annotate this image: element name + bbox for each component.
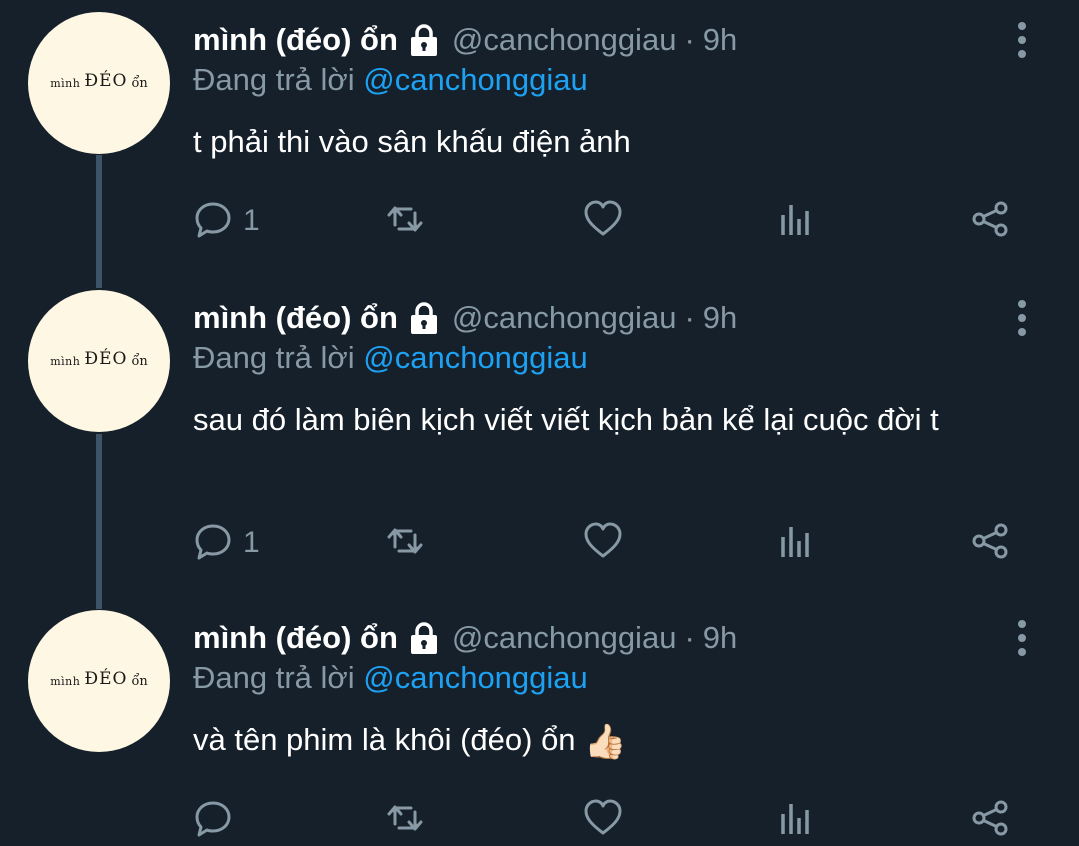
tweet[interactable]: mình ĐÉO ổn mình (đéo) ổn @canchonggiau …: [0, 598, 1079, 846]
avatar-text: ổn: [131, 353, 148, 369]
mention-link[interactable]: @canchonggiau: [363, 340, 588, 375]
share-button[interactable]: [970, 199, 1010, 243]
avatar-text: ĐÉO: [84, 349, 128, 369]
tweet-actions: 1: [193, 521, 1023, 565]
user-handle[interactable]: @canchonggiau: [452, 620, 677, 656]
replying-label: Đang trả lời: [193, 340, 355, 375]
lock-icon: [406, 23, 442, 57]
avatar[interactable]: mình ĐÉO ổn: [28, 290, 170, 432]
tweet-header: mình (đéo) ổn @canchonggiau · 9h: [193, 20, 737, 60]
replying-label: Đang trả lời: [193, 62, 355, 97]
reply-button[interactable]: 1: [193, 199, 260, 243]
more-vertical-icon[interactable]: [1010, 20, 1034, 60]
separator: ·: [684, 300, 695, 335]
reply-icon: [193, 798, 233, 843]
share-icon: [970, 798, 1010, 843]
tweet-actions: [193, 798, 1023, 842]
tweet[interactable]: mình ĐÉO ổn mình (đéo) ổn @canchonggiau …: [0, 0, 1079, 280]
avatar-text: mình: [50, 354, 81, 368]
share-icon: [970, 199, 1010, 244]
reply-icon: [193, 521, 233, 566]
more-vertical-icon[interactable]: [1010, 298, 1034, 338]
avatar-text: mình: [50, 76, 81, 90]
reply-count: 1: [243, 204, 260, 237]
analytics-icon: [777, 798, 817, 843]
tweet-text-content: và tên phim là khôi (đéo) ổn: [193, 722, 576, 757]
heart-icon: [583, 199, 623, 244]
user-handle[interactable]: @canchonggiau: [452, 22, 677, 58]
reply-button[interactable]: [193, 798, 243, 842]
display-name[interactable]: mình (đéo) ổn: [193, 300, 398, 336]
mention-link[interactable]: @canchonggiau: [363, 62, 588, 97]
tweet-header: mình (đéo) ổn @canchonggiau · 9h: [193, 618, 737, 658]
reply-button[interactable]: 1: [193, 521, 260, 565]
replying-to: Đang trả lời @canchonggiau: [193, 660, 588, 696]
analytics-button[interactable]: [777, 798, 817, 842]
like-button[interactable]: [583, 521, 623, 565]
analytics-icon: [777, 521, 817, 566]
heart-icon: [583, 798, 623, 843]
display-name[interactable]: mình (đéo) ổn: [193, 22, 398, 58]
user-handle[interactable]: @canchonggiau: [452, 300, 677, 336]
share-button[interactable]: [970, 798, 1010, 842]
analytics-button[interactable]: [777, 521, 817, 565]
retweet-button[interactable]: [385, 798, 425, 842]
tweet-text: và tên phim là khôi (đéo) ổn 👍🏻: [193, 718, 1013, 764]
timestamp[interactable]: 9h: [703, 300, 737, 336]
more-vertical-icon[interactable]: [1010, 618, 1034, 658]
tweet[interactable]: mình ĐÉO ổn mình (đéo) ổn @canchonggiau …: [0, 278, 1079, 608]
tweet-actions: 1: [193, 199, 1023, 243]
avatar-text: mình: [50, 674, 81, 688]
analytics-button[interactable]: [777, 199, 817, 243]
reply-icon: [193, 199, 233, 244]
tweet-text: sau đó làm biên kịch viết viết kịch bản …: [193, 398, 993, 442]
thumbs-up-emoji: 👍🏻: [584, 722, 627, 761]
retweet-button[interactable]: [385, 199, 425, 243]
share-button[interactable]: [970, 521, 1010, 565]
timestamp[interactable]: 9h: [703, 22, 737, 58]
tweet-text-content: t phải thi vào sân khấu điện ảnh: [193, 124, 631, 159]
share-icon: [970, 521, 1010, 566]
replying-to: Đang trả lời @canchonggiau: [193, 62, 588, 98]
lock-icon: [406, 621, 442, 655]
avatar-text: ổn: [131, 75, 148, 91]
retweet-icon: [385, 521, 425, 566]
avatar-text: ĐÉO: [84, 669, 128, 689]
analytics-icon: [777, 199, 817, 244]
heart-icon: [583, 521, 623, 566]
display-name[interactable]: mình (đéo) ổn: [193, 620, 398, 656]
like-button[interactable]: [583, 199, 623, 243]
avatar[interactable]: mình ĐÉO ổn: [28, 12, 170, 154]
avatar[interactable]: mình ĐÉO ổn: [28, 610, 170, 752]
like-button[interactable]: [583, 798, 623, 842]
avatar-text: ổn: [131, 673, 148, 689]
timestamp[interactable]: 9h: [703, 620, 737, 656]
tweet-header: mình (đéo) ổn @canchonggiau · 9h: [193, 298, 737, 338]
tweet-text-content: sau đó làm biên kịch viết viết kịch bản …: [193, 402, 939, 437]
replying-to: Đang trả lời @canchonggiau: [193, 340, 588, 376]
mention-link[interactable]: @canchonggiau: [363, 660, 588, 695]
lock-icon: [406, 301, 442, 335]
retweet-icon: [385, 798, 425, 843]
separator: ·: [684, 620, 695, 655]
separator: ·: [684, 22, 695, 57]
retweet-icon: [385, 199, 425, 244]
reply-count: 1: [243, 526, 260, 559]
avatar-text: ĐÉO: [84, 71, 128, 91]
retweet-button[interactable]: [385, 521, 425, 565]
tweet-text: t phải thi vào sân khấu điện ảnh: [193, 120, 1013, 164]
replying-label: Đang trả lời: [193, 660, 355, 695]
